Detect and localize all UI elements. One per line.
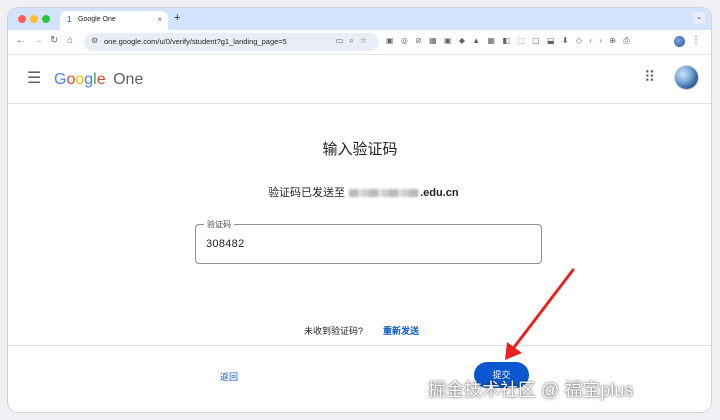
annotation-arrow-icon [505, 268, 575, 360]
watermark: 掘金技术社区 @ 福宝plus [428, 380, 634, 400]
browser-window: 1 Google One × + ⌄ ← → ↻ ⌂ ⚙ one.google.… [8, 8, 711, 412]
